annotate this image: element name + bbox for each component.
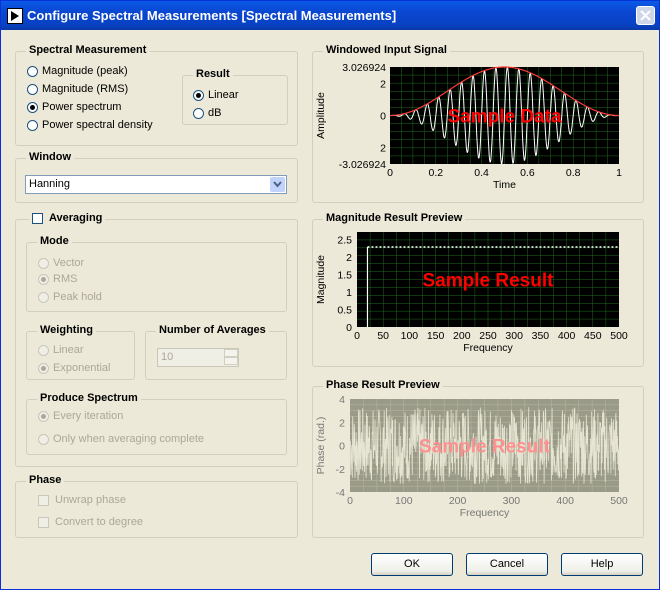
x-tick-label: 0.2 xyxy=(428,167,443,179)
y-tick-label: 0 xyxy=(380,111,386,123)
result-label: Result xyxy=(193,68,233,80)
y-tick-label: 3.026924 xyxy=(342,62,386,74)
x-tick-label: 1 xyxy=(616,167,622,179)
window-select[interactable]: Hanning xyxy=(25,175,287,194)
x-tick-label: 200 xyxy=(453,330,471,342)
phase-label: Phase xyxy=(26,474,65,486)
radio-db[interactable]: dB xyxy=(193,107,221,119)
windowed-input-title: Windowed Input Signal xyxy=(323,44,450,56)
radio-power-spectral-density[interactable]: Power spectral density xyxy=(27,119,153,131)
y-tick-label: 2 xyxy=(380,143,386,155)
x-tick-label: 300 xyxy=(503,495,521,507)
x-axis-label: Frequency xyxy=(463,342,513,354)
produce-spectrum-group: Produce Spectrum xyxy=(26,392,287,455)
mode-label: Mode xyxy=(37,235,72,247)
spinner-up-icon[interactable] xyxy=(224,349,238,357)
ok-button[interactable]: OK xyxy=(371,553,453,576)
phase-preview-chart: 0 100 200 300 400 500 Frequency Phase (rad.) 4 2 0… xyxy=(315,395,628,519)
phase-group: Phase xyxy=(15,474,298,538)
y-tick-label: -3.026924 xyxy=(339,159,386,171)
averaging-checkbox[interactable]: Averaging xyxy=(29,212,106,224)
radio-magnitude-rms[interactable]: Magnitude (RMS) xyxy=(27,83,128,95)
cancel-button[interactable]: Cancel xyxy=(466,553,548,576)
x-tick-label: 300 xyxy=(505,330,523,342)
radio-magnitude-peak[interactable]: Magnitude (peak) xyxy=(27,65,128,77)
magnitude-preview-title: Magnitude Result Preview xyxy=(323,212,466,224)
x-tick-label: 500 xyxy=(610,330,628,342)
y-tick-label: 1.5 xyxy=(337,270,352,282)
phase-preview-title: Phase Result Preview xyxy=(323,379,443,391)
y-tick-label: -2 xyxy=(336,464,345,476)
x-tick-label: 0 xyxy=(387,167,393,179)
magnitude-preview-chart: 0 50 100 150 200 250 300 350 400 450 500 Frequency M… xyxy=(315,232,628,354)
x-tick-label: 450 xyxy=(584,330,602,342)
x-tick-label: 100 xyxy=(401,330,419,342)
y-tick-label: 0 xyxy=(339,441,345,453)
y-axis-label: Magnitude xyxy=(315,255,327,304)
x-tick-label: 0.6 xyxy=(520,167,535,179)
overlay-text: Sample Result xyxy=(423,271,555,292)
spinner-down-icon[interactable] xyxy=(224,357,238,365)
x-tick-label: 350 xyxy=(532,330,550,342)
x-tick-label: 500 xyxy=(610,495,628,507)
y-tick-label: 0.5 xyxy=(337,305,352,317)
produce-spectrum-label: Produce Spectrum xyxy=(37,392,141,404)
number-of-averages-label: Number of Averages xyxy=(156,324,269,336)
x-tick-label: 250 xyxy=(479,330,497,342)
y-tick-label: 2 xyxy=(380,78,386,90)
x-tick-label: 0 xyxy=(347,495,353,507)
window-label: Window xyxy=(26,151,75,163)
y-tick-label: 2 xyxy=(346,252,352,264)
x-tick-label: 400 xyxy=(558,330,576,342)
number-of-averages-spinner[interactable] xyxy=(224,349,238,366)
close-icon xyxy=(640,10,651,21)
labview-icon xyxy=(7,8,23,24)
help-button[interactable]: Help xyxy=(561,553,643,576)
x-tick-label: 0.8 xyxy=(566,167,581,179)
window-select-value: Hanning xyxy=(29,178,70,190)
x-tick-label: 100 xyxy=(395,495,413,507)
radio-only-when-averaging-complete[interactable]: Only when averaging complete xyxy=(38,433,204,445)
radio-every-iteration[interactable]: Every iteration xyxy=(38,410,123,422)
radio-weighting-linear[interactable]: Linear xyxy=(38,344,84,356)
x-axis-label: Frequency xyxy=(460,507,510,519)
windowed-input-chart: 0 0.2 0.4 0.6 0.8 1TimeAmplitude3.026924202-3… xyxy=(315,62,622,191)
y-tick-label: 0 xyxy=(346,322,352,334)
title-bar[interactable]: Configure Spectral Measurements [Spectra… xyxy=(1,1,659,30)
radio-vector[interactable]: Vector xyxy=(38,257,84,269)
x-tick-label: 0 xyxy=(354,330,360,342)
y-tick-label: 4 xyxy=(339,395,345,406)
radio-linear[interactable]: Linear xyxy=(193,89,239,101)
x-tick-label: 150 xyxy=(427,330,445,342)
overlay-text: Sample Data xyxy=(447,107,561,128)
overlay-text: Sample Result xyxy=(419,437,551,458)
radio-rms[interactable]: RMS xyxy=(38,273,77,285)
radio-power-spectrum[interactable]: Power spectrum xyxy=(27,101,121,113)
chevron-down-icon[interactable] xyxy=(270,177,285,192)
window-title: Configure Spectral Measurements [Spectra… xyxy=(27,8,397,23)
x-tick-label: 50 xyxy=(377,330,389,342)
convert-to-degree-checkbox[interactable]: Convert to degree xyxy=(38,516,143,528)
close-button[interactable] xyxy=(636,6,655,25)
y-axis-label: Amplitude xyxy=(315,92,327,139)
y-tick-label: -4 xyxy=(336,487,345,499)
x-tick-label: 400 xyxy=(556,495,574,507)
unwrap-phase-checkbox[interactable]: Unwrap phase xyxy=(38,494,126,506)
x-axis-label: Time xyxy=(493,179,516,191)
y-tick-label: 2 xyxy=(339,417,345,429)
y-tick-label: 1 xyxy=(346,287,352,299)
radio-peak-hold[interactable]: Peak hold xyxy=(38,291,102,303)
number-of-averages-input[interactable]: 10 xyxy=(157,348,239,367)
x-tick-label: 0.4 xyxy=(474,167,489,179)
radio-exponential[interactable]: Exponential xyxy=(38,362,111,374)
y-tick-label: 2.5 xyxy=(337,235,352,247)
weighting-label: Weighting xyxy=(37,324,96,336)
x-tick-label: 200 xyxy=(449,495,467,507)
spectral-measurement-label: Spectral Measurement xyxy=(26,44,150,56)
y-axis-label: Phase (rad.) xyxy=(315,417,327,475)
